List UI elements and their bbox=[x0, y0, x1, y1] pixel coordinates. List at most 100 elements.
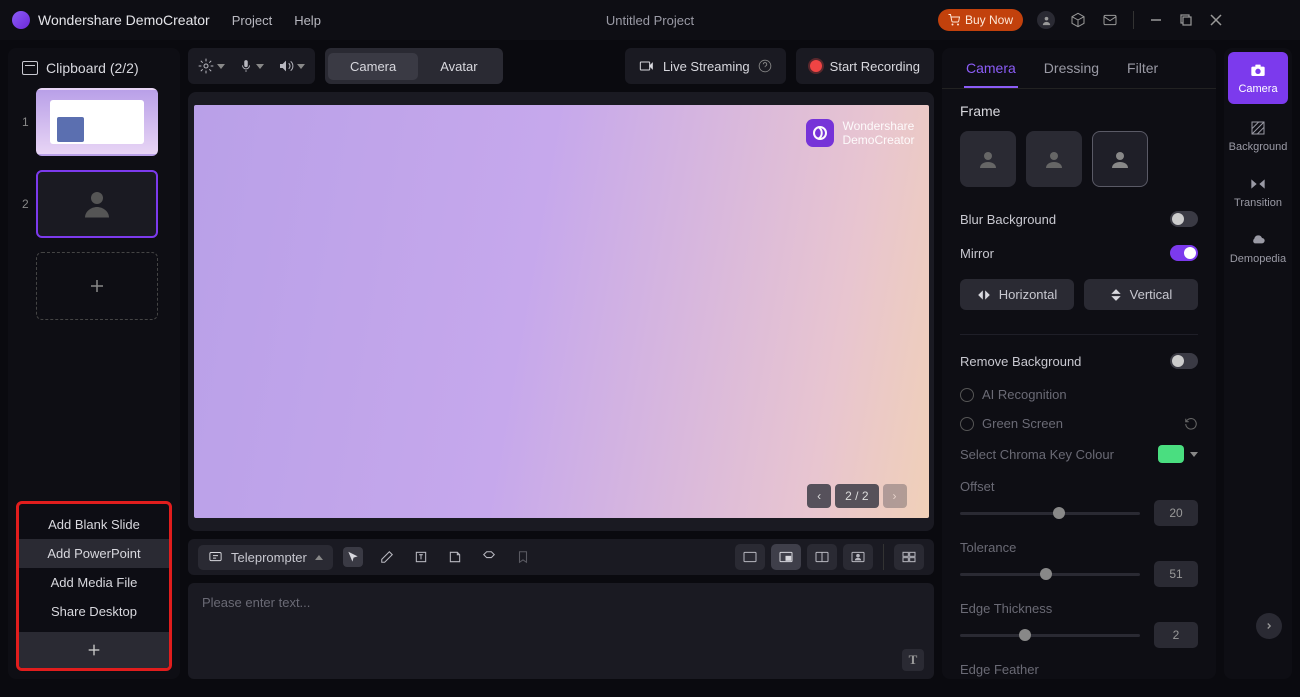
pen-tool[interactable] bbox=[377, 547, 397, 567]
blur-bg-toggle[interactable] bbox=[1170, 211, 1198, 227]
help-icon bbox=[758, 59, 772, 73]
maximize-button[interactable] bbox=[1178, 12, 1194, 28]
chevron-down-icon bbox=[1190, 452, 1198, 457]
properties-tabs: Camera Dressing Filter bbox=[942, 48, 1216, 89]
layout-presenter[interactable] bbox=[843, 544, 873, 570]
text-tool[interactable] bbox=[411, 547, 431, 567]
right-rail: Camera Background Transition Demopedia bbox=[1224, 48, 1292, 679]
blur-bg-label: Blur Background bbox=[960, 212, 1056, 227]
green-screen-label: Green Screen bbox=[982, 416, 1063, 431]
tolerance-slider[interactable] bbox=[960, 573, 1140, 576]
separator bbox=[883, 544, 884, 570]
clipboard-label: Clipboard (2/2) bbox=[46, 60, 139, 76]
add-blank-slide[interactable]: Add Blank Slide bbox=[19, 510, 169, 539]
mail-icon[interactable] bbox=[1101, 11, 1119, 29]
start-recording-button[interactable]: Start Recording bbox=[796, 48, 934, 84]
slide-pager: ‹ 2 / 2 › bbox=[807, 484, 906, 508]
rail-background[interactable]: Background bbox=[1224, 108, 1292, 164]
slide-thumbnail-2[interactable] bbox=[36, 170, 158, 238]
teleprompter-dropdown[interactable]: Teleprompter bbox=[198, 545, 333, 570]
buy-now-label: Buy Now bbox=[965, 13, 1013, 27]
layout-split[interactable] bbox=[807, 544, 837, 570]
pager-next[interactable]: › bbox=[883, 484, 907, 508]
sticker-tool[interactable] bbox=[445, 547, 465, 567]
props-tab-dressing[interactable]: Dressing bbox=[1030, 48, 1113, 88]
add-powerpoint[interactable]: Add PowerPoint bbox=[19, 539, 169, 568]
tolerance-value[interactable]: 51 bbox=[1154, 561, 1198, 587]
mirror-vertical-button[interactable]: Vertical bbox=[1084, 279, 1198, 310]
frame-label: Frame bbox=[960, 103, 1198, 119]
edge-thickness-slider[interactable] bbox=[960, 634, 1140, 637]
mirror-toggle[interactable] bbox=[1170, 245, 1198, 261]
pager-prev[interactable]: ‹ bbox=[807, 484, 831, 508]
offset-value[interactable]: 20 bbox=[1154, 500, 1198, 526]
mic-dropdown[interactable] bbox=[239, 59, 264, 73]
minimize-button[interactable] bbox=[1148, 12, 1164, 28]
edge-thickness-label: Edge Thickness bbox=[960, 601, 1198, 616]
tab-avatar[interactable]: Avatar bbox=[418, 53, 499, 80]
share-desktop[interactable]: Share Desktop bbox=[19, 597, 169, 626]
package-icon[interactable] bbox=[1069, 11, 1087, 29]
text-format-button[interactable]: T bbox=[902, 649, 924, 671]
tolerance-label: Tolerance bbox=[960, 540, 1198, 555]
props-tab-camera[interactable]: Camera bbox=[952, 48, 1030, 88]
bookmark-tool[interactable] bbox=[513, 547, 533, 567]
layout-fullscreen[interactable] bbox=[735, 544, 765, 570]
thumb-index-1: 1 bbox=[22, 115, 28, 129]
close-button[interactable] bbox=[1208, 12, 1224, 28]
offset-slider[interactable] bbox=[960, 512, 1140, 515]
frame-option-2[interactable] bbox=[1026, 131, 1082, 187]
layout-pip[interactable] bbox=[771, 544, 801, 570]
green-screen-option[interactable]: Green Screen bbox=[960, 416, 1198, 431]
layout-custom[interactable] bbox=[894, 544, 924, 570]
teleprompter-textarea[interactable]: Please enter text... T bbox=[188, 583, 934, 679]
user-icon[interactable] bbox=[1037, 11, 1055, 29]
chroma-color-picker[interactable] bbox=[1158, 445, 1198, 463]
eraser-tool[interactable] bbox=[479, 547, 499, 567]
horizontal-label: Horizontal bbox=[999, 287, 1058, 302]
radio-icon bbox=[960, 388, 974, 402]
add-slide-placeholder[interactable] bbox=[36, 252, 158, 320]
menu-project[interactable]: Project bbox=[232, 13, 272, 28]
add-media-file[interactable]: Add Media File bbox=[19, 568, 169, 597]
chevron-up-icon bbox=[315, 555, 323, 560]
props-tab-filter[interactable]: Filter bbox=[1113, 48, 1172, 88]
cart-icon bbox=[948, 14, 960, 26]
preview-canvas: Wondershare DemoCreator ‹ 2 / 2 › bbox=[188, 92, 934, 531]
right-panel: Camera Dressing Filter Frame Blur Backgr… bbox=[942, 48, 1292, 679]
camera-icon bbox=[1249, 61, 1267, 79]
menu-help[interactable]: Help bbox=[294, 13, 321, 28]
rail-demopedia[interactable]: Demopedia bbox=[1224, 220, 1292, 276]
preview-stage[interactable]: Wondershare DemoCreator ‹ 2 / 2 › bbox=[194, 105, 929, 518]
frame-option-3[interactable] bbox=[1092, 131, 1148, 187]
mirror-horizontal-button[interactable]: Horizontal bbox=[960, 279, 1074, 310]
chevron-down-icon bbox=[217, 64, 225, 69]
flip-v-icon bbox=[1110, 288, 1122, 302]
rail-camera[interactable]: Camera bbox=[1228, 52, 1288, 104]
watermark: Wondershare DemoCreator bbox=[806, 119, 914, 148]
buy-now-button[interactable]: Buy Now bbox=[938, 9, 1023, 31]
effects-dropdown[interactable] bbox=[198, 58, 225, 74]
edge-thickness-value[interactable]: 2 bbox=[1154, 622, 1198, 648]
cursor-tool[interactable] bbox=[343, 547, 363, 567]
expand-button[interactable] bbox=[1256, 613, 1282, 639]
device-tools bbox=[188, 48, 315, 84]
bottom-toolbar: Teleprompter bbox=[188, 539, 934, 575]
slide-thumbnail-1[interactable] bbox=[36, 88, 158, 156]
ai-recognition-label: AI Recognition bbox=[982, 387, 1067, 402]
rail-transition[interactable]: Transition bbox=[1224, 164, 1292, 220]
live-streaming-button[interactable]: Live Streaming bbox=[625, 48, 786, 84]
speaker-dropdown[interactable] bbox=[278, 58, 305, 74]
edge-feather-label: Edge Feather bbox=[960, 662, 1198, 677]
frame-option-1[interactable] bbox=[960, 131, 1016, 187]
tab-camera[interactable]: Camera bbox=[328, 53, 418, 80]
app-title: Wondershare DemoCreator bbox=[38, 12, 210, 28]
clipboard-header: Clipboard (2/2) bbox=[8, 48, 180, 88]
add-slide-button[interactable] bbox=[19, 632, 169, 668]
color-swatch bbox=[1158, 445, 1184, 463]
remove-bg-toggle[interactable] bbox=[1170, 353, 1198, 369]
reset-icon[interactable] bbox=[1184, 417, 1198, 431]
ai-recognition-option[interactable]: AI Recognition bbox=[960, 387, 1198, 402]
titlebar: Wondershare DemoCreator Project Help Unt… bbox=[0, 0, 1300, 40]
flip-h-icon bbox=[977, 289, 991, 301]
